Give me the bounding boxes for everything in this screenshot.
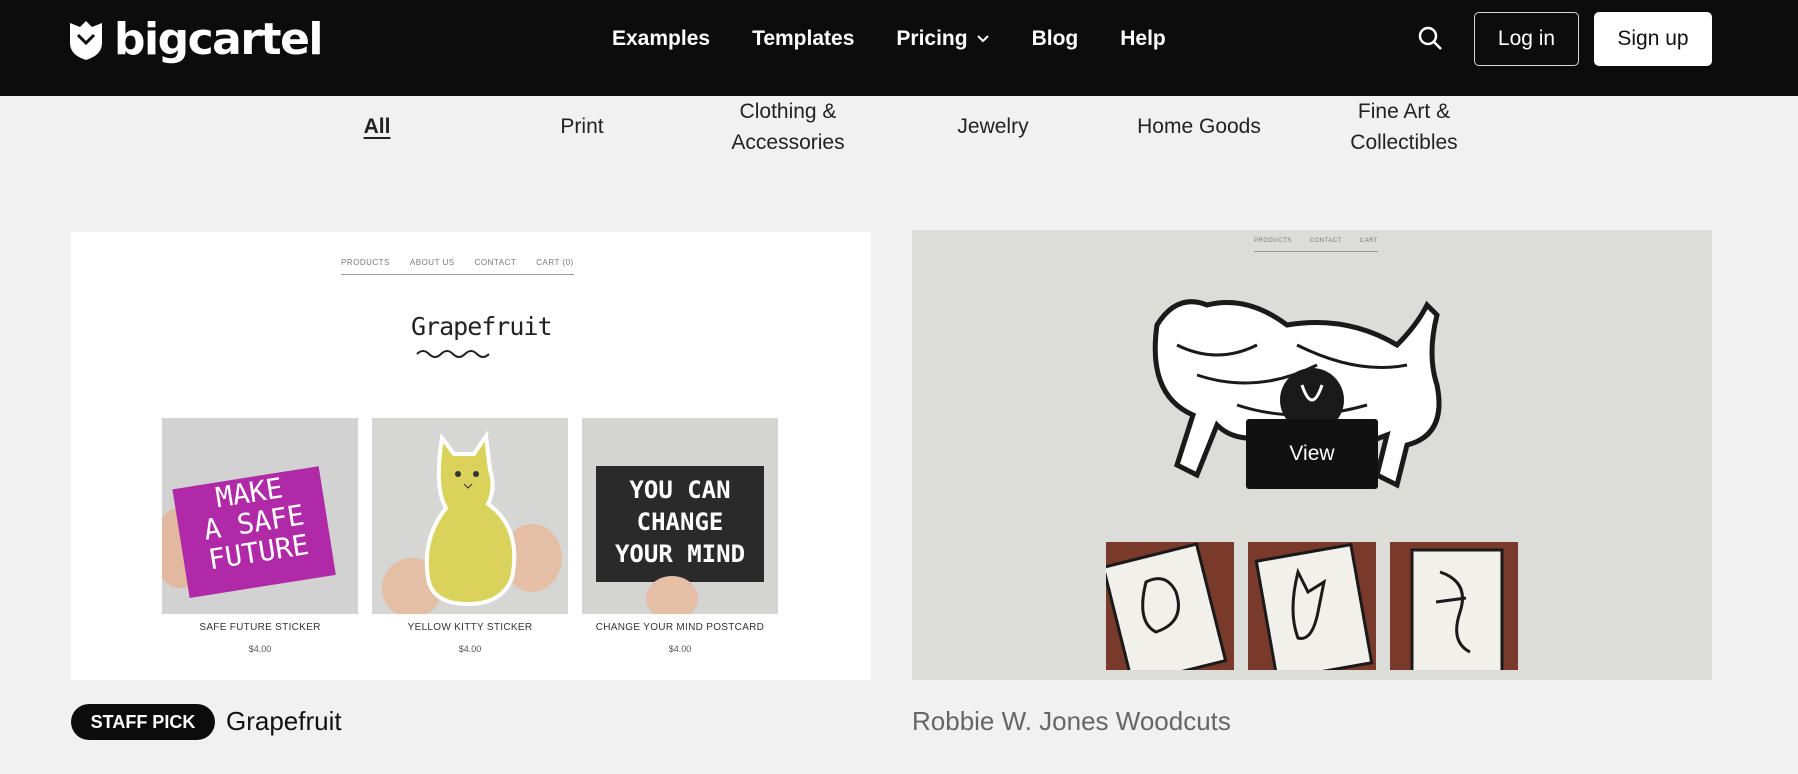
- category-tabs: All Print Clothing & Accessories Jewelry…: [0, 96, 1798, 166]
- shop-preview-nav: PRODUCTS CONTACT CART: [1254, 238, 1378, 252]
- art-line-3: YOUR MIND: [614, 540, 746, 568]
- shop-preview-nav: PRODUCTS ABOUT US CONTACT CART (0): [341, 258, 574, 275]
- nav-pricing[interactable]: Pricing: [896, 27, 989, 51]
- shop-nav-cart: CART: [1359, 238, 1378, 244]
- change-your-mind-art-text: YOU CAN CHANGE YOUR MIND: [596, 474, 764, 570]
- tab-fineart-line1: Fine Art &: [1357, 100, 1451, 123]
- search-icon[interactable]: [1416, 24, 1446, 54]
- squiggle-underline: [416, 350, 490, 358]
- signup-button[interactable]: Sign up: [1594, 12, 1712, 66]
- product-image-yellow-kitty[interactable]: [372, 418, 568, 614]
- tab-home-goods[interactable]: Home Goods: [1137, 111, 1261, 142]
- tab-clothing-line2: Accessories: [731, 131, 845, 154]
- store-preview-robbie-jones[interactable]: PRODUCTS CONTACT CART View: [912, 230, 1712, 680]
- tab-clothing-line1: Clothing &: [739, 100, 837, 123]
- nav-blog[interactable]: Blog: [1032, 27, 1079, 51]
- shop-nav-cart: CART (0): [536, 258, 574, 267]
- nav-pricing-label: Pricing: [896, 27, 968, 50]
- shop-nav-contact: CONTACT: [474, 258, 517, 267]
- product-price: $4.00: [668, 644, 692, 654]
- view-store-button[interactable]: View: [1246, 419, 1378, 489]
- product-image-woodcut-3[interactable]: [1390, 542, 1518, 670]
- woodcut-print-3-image: [1390, 542, 1518, 670]
- yellow-kitty-sticker-image: [372, 418, 568, 614]
- art-line-1: YOU CAN: [629, 476, 731, 504]
- art-line-2: CHANGE: [636, 508, 724, 536]
- product-image-woodcut-2[interactable]: [1248, 542, 1376, 670]
- woodcut-print-2-image: [1248, 542, 1376, 670]
- product-image-safe-future[interactable]: MAKE A SAFE FUTURE: [162, 418, 358, 614]
- logo-text: bigcartel: [114, 14, 324, 65]
- product-image-woodcut-1[interactable]: [1106, 542, 1234, 670]
- product-image-change-your-mind[interactable]: YOU CAN CHANGE YOUR MIND: [582, 418, 778, 614]
- nav-help[interactable]: Help: [1120, 27, 1166, 51]
- store-name-robbie-jones[interactable]: Robbie W. Jones Woodcuts: [912, 706, 1231, 737]
- store-preview-grapefruit[interactable]: PRODUCTS ABOUT US CONTACT CART (0) Grape…: [71, 232, 871, 680]
- staff-pick-badge: STAFF PICK: [71, 704, 215, 740]
- product-name[interactable]: SAFE FUTURE STICKER: [162, 622, 358, 633]
- tab-print[interactable]: Print: [560, 111, 603, 142]
- tab-jewelry[interactable]: Jewelry: [957, 111, 1028, 142]
- bigcartel-logo[interactable]: bigcartel: [68, 14, 324, 65]
- shop-nav-products: PRODUCTS: [1254, 238, 1292, 244]
- shop-nav-contact: CONTACT: [1309, 238, 1342, 244]
- tab-fine-art-collectibles[interactable]: Fine Art & Collectibles: [1350, 96, 1457, 158]
- tab-fineart-line2: Collectibles: [1350, 131, 1458, 154]
- login-button[interactable]: Log in: [1474, 12, 1579, 66]
- nav-templates[interactable]: Templates: [752, 27, 854, 51]
- bigcartel-logo-icon: [70, 20, 102, 60]
- nav-examples[interactable]: Examples: [612, 27, 710, 51]
- shop-nav-products: PRODUCTS: [341, 258, 390, 267]
- shop-logo: Grapefruit: [411, 312, 553, 341]
- shop-nav-about: ABOUT US: [409, 258, 455, 267]
- store-name-grapefruit[interactable]: Grapefruit: [226, 706, 342, 737]
- tab-clothing-accessories[interactable]: Clothing & Accessories: [731, 96, 844, 158]
- product-price: $4.00: [248, 644, 272, 654]
- woodcut-print-1-image: [1106, 542, 1234, 670]
- product-price: $4.00: [458, 644, 482, 654]
- product-name[interactable]: CHANGE YOUR MIND POSTCARD: [582, 622, 778, 633]
- tab-all[interactable]: All: [364, 111, 391, 142]
- top-navigation-bar: bigcartel Examples Templates Pricing Blo…: [0, 0, 1798, 96]
- main-nav: Examples Templates Pricing Blog Help: [612, 0, 1166, 78]
- chevron-down-icon: [976, 35, 989, 43]
- product-name[interactable]: YELLOW KITTY STICKER: [372, 622, 568, 633]
